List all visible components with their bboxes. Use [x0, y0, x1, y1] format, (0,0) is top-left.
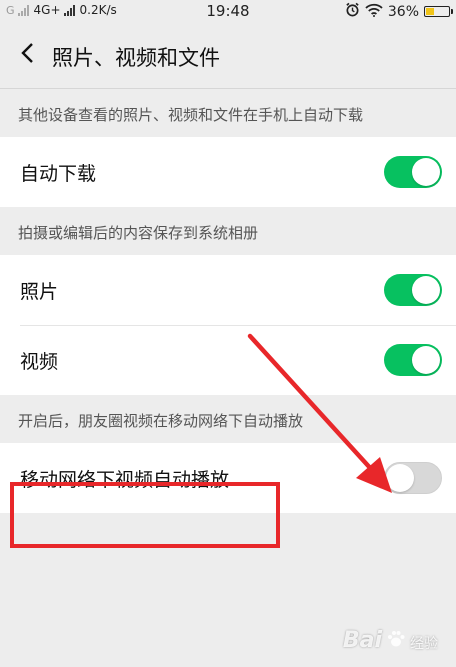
setting-label: 移动网络下视频自动播放 [20, 468, 230, 491]
setting-label: 照片 [20, 280, 59, 303]
battery-percent-label: 36% [387, 3, 419, 20]
back-button[interactable] [12, 40, 42, 70]
section-header-save-to-album: 拍摄或编辑后的内容保存到系统相册 [18, 224, 259, 242]
wifi-icon [365, 3, 383, 21]
nav-bar: 照片、视频和文件 [0, 22, 456, 89]
watermark: Bai 经验 [343, 628, 438, 653]
battery-icon [424, 6, 453, 17]
status-right: 36% [345, 2, 453, 21]
chevron-left-icon [20, 42, 34, 68]
setting-row-auto-download: 自动下载 [0, 137, 456, 207]
watermark-brand: Bai [342, 628, 382, 653]
save-photos-toggle[interactable] [384, 274, 442, 306]
section-header-auto-download: 其他设备查看的照片、视频和文件在手机上自动下载 [18, 106, 364, 124]
page-title: 照片、视频和文件 [52, 46, 220, 70]
save-videos-toggle[interactable] [384, 344, 442, 376]
setting-row-videos: 视频 [0, 325, 456, 395]
setting-label: 视频 [20, 350, 59, 373]
auto-download-toggle[interactable] [384, 156, 442, 188]
status-bar: G 4G+ 0.2K/s 19:48 36% [0, 0, 456, 22]
paw-icon [386, 629, 406, 653]
section-header-autoplay: 开启后，朋友圈视频在移动网络下自动播放 [18, 412, 304, 430]
watermark-text: 经验 [410, 636, 438, 652]
mobile-autoplay-toggle[interactable] [384, 462, 442, 494]
setting-label: 自动下载 [20, 162, 97, 185]
setting-row-mobile-autoplay: 移动网络下视频自动播放 [0, 443, 456, 513]
setting-row-photos: 照片 [0, 255, 456, 325]
alarm-clock-icon [345, 2, 360, 21]
